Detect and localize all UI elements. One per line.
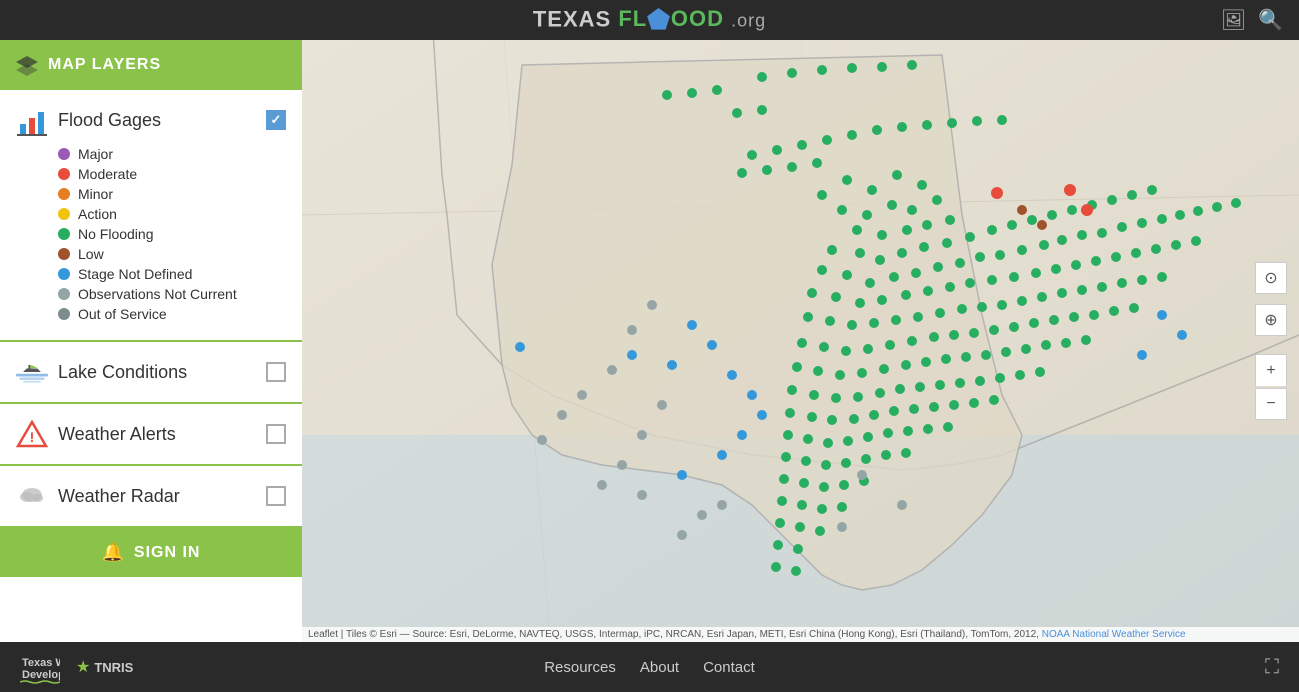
map-layers-label: MAP LAYERS xyxy=(48,56,161,74)
weather-radar-title: Weather Radar xyxy=(58,486,180,507)
legend-stage-not-defined: Stage Not Defined xyxy=(58,266,286,282)
legend-out-of-service-label: Out of Service xyxy=(78,306,167,322)
main-content: MAP LAYERS Flood Gages xyxy=(0,40,1299,642)
lake-conditions-checkbox[interactable] xyxy=(266,362,286,382)
svg-text:!: ! xyxy=(30,429,35,445)
low-dot xyxy=(58,248,70,260)
map-attribution: Leaflet | Tiles © Esri — Source: Esri, D… xyxy=(302,627,1299,642)
checkbox-check: ✓ xyxy=(271,112,282,128)
bell-icon: 🔔 xyxy=(102,542,124,563)
weather-radar-left: Weather Radar xyxy=(16,480,180,512)
legend-stage-not-defined-label: Stage Not Defined xyxy=(78,266,192,282)
legend-major-label: Major xyxy=(78,146,113,162)
zoom-in-icon: + xyxy=(1266,362,1275,380)
app-title: TEXAS FL⬟OOD .org xyxy=(533,5,766,36)
flood-gages-legend: Major Moderate Minor Action No Flooding xyxy=(16,146,286,330)
legend-minor-label: Minor xyxy=(78,186,113,202)
search-icon[interactable]: 🔍 xyxy=(1258,8,1283,33)
legend-moderate: Moderate xyxy=(58,166,286,182)
tnris-label: TNRIS xyxy=(94,660,133,675)
flood-gages-section: Flood Gages ✓ Major Moderate Mino xyxy=(0,90,302,342)
app-header: TEXAS FL⬟OOD .org 🖼 🔍 xyxy=(0,0,1299,40)
action-dot xyxy=(58,208,70,220)
sign-in-label: SIGN IN xyxy=(134,544,201,562)
lake-conditions-left: Lake Conditions xyxy=(16,356,187,388)
legend-major: Major xyxy=(58,146,286,162)
stage-not-defined-dot xyxy=(58,268,70,280)
weather-radar-checkbox[interactable] xyxy=(266,486,286,506)
svg-text:Development: Development xyxy=(22,669,60,681)
footer-nav: Resources About Contact xyxy=(544,659,755,676)
legend-out-of-service: Out of Service xyxy=(58,306,286,322)
weather-alerts-checkbox[interactable] xyxy=(266,424,286,444)
out-of-service-dot xyxy=(58,308,70,320)
flood-gages-row: Flood Gages ✓ xyxy=(16,104,286,136)
nav-contact[interactable]: Contact xyxy=(703,659,755,676)
major-dot xyxy=(58,148,70,160)
legend-obs-not-current: Observations Not Current xyxy=(58,286,286,302)
nav-about[interactable]: About xyxy=(640,659,679,676)
lake-conditions-section: Lake Conditions xyxy=(0,342,302,404)
moderate-dot xyxy=(58,168,70,180)
map-svg xyxy=(302,40,1299,642)
lake-conditions-icon xyxy=(16,356,48,388)
header-icons: 🖼 🔍 xyxy=(1221,8,1283,33)
image-icon[interactable]: 🖼 xyxy=(1221,8,1246,33)
legend-minor: Minor xyxy=(58,186,286,202)
weather-radar-icon xyxy=(16,480,48,512)
weather-alerts-section: ! Weather Alerts xyxy=(0,404,302,466)
zoom-in-button[interactable]: + xyxy=(1255,354,1287,386)
tnris-star-icon: ★ xyxy=(76,657,90,677)
map-area[interactable]: ⊙ ⊕ + − Leaflet | Tiles © Esri — Source:… xyxy=(302,40,1299,642)
legend-low-label: Low xyxy=(78,246,104,262)
flood-gages-left: Flood Gages xyxy=(16,104,161,136)
zoom-out-icon: − xyxy=(1266,395,1275,413)
tnris-logo: ★ TNRIS xyxy=(76,657,133,677)
attribution-link[interactable]: NOAA National Weather Service xyxy=(1042,629,1186,640)
weather-radar-section: Weather Radar xyxy=(0,466,302,528)
weather-alerts-icon: ! xyxy=(16,418,48,450)
twdb-logo-icon: Texas Water Development xyxy=(20,650,60,685)
legend-moderate-label: Moderate xyxy=(78,166,137,182)
no-flooding-dot xyxy=(58,228,70,240)
obs-not-current-dot xyxy=(58,288,70,300)
title-flood: FL⬟OOD xyxy=(618,6,724,31)
sign-in-section[interactable]: 🔔 SIGN IN xyxy=(0,528,302,577)
map-controls: ⊙ ⊕ + − xyxy=(1255,262,1287,420)
weather-alerts-title: Weather Alerts xyxy=(58,424,176,445)
compass-button[interactable]: ⊕ xyxy=(1255,304,1287,336)
lake-conditions-title: Lake Conditions xyxy=(58,362,187,383)
flood-gages-title: Flood Gages xyxy=(58,110,161,131)
legend-no-flooding-label: No Flooding xyxy=(78,226,154,242)
map-layers-header: MAP LAYERS xyxy=(0,40,302,90)
footer: Texas Water Development ★ TNRIS Resource… xyxy=(0,642,1299,692)
legend-no-flooding: No Flooding xyxy=(58,226,286,242)
fullscreen-button[interactable]: ⛶ xyxy=(1265,656,1279,679)
map-background: ⊙ ⊕ + − Leaflet | Tiles © Esri — Source:… xyxy=(302,40,1299,642)
legend-obs-not-current-label: Observations Not Current xyxy=(78,286,237,302)
flood-gages-icon xyxy=(16,104,48,136)
legend-action: Action xyxy=(58,206,286,222)
footer-left: Texas Water Development ★ TNRIS xyxy=(20,650,133,685)
layers-icon xyxy=(16,54,38,76)
title-texas: TEXAS xyxy=(533,6,611,31)
twdb-logo: Texas Water Development xyxy=(20,650,60,685)
legend-action-label: Action xyxy=(78,206,117,222)
location-button[interactable]: ⊙ xyxy=(1255,262,1287,294)
attribution-text: Leaflet | Tiles © Esri — Source: Esri, D… xyxy=(308,629,1039,640)
weather-alerts-left: ! Weather Alerts xyxy=(16,418,176,450)
svg-text:Texas Water: Texas Water xyxy=(22,657,60,669)
minor-dot xyxy=(58,188,70,200)
flood-gages-checkbox[interactable]: ✓ xyxy=(266,110,286,130)
zoom-out-button[interactable]: − xyxy=(1255,388,1287,420)
title-domain: .org xyxy=(731,10,766,30)
sidebar: MAP LAYERS Flood Gages xyxy=(0,40,302,642)
legend-low: Low xyxy=(58,246,286,262)
nav-resources[interactable]: Resources xyxy=(544,659,616,676)
